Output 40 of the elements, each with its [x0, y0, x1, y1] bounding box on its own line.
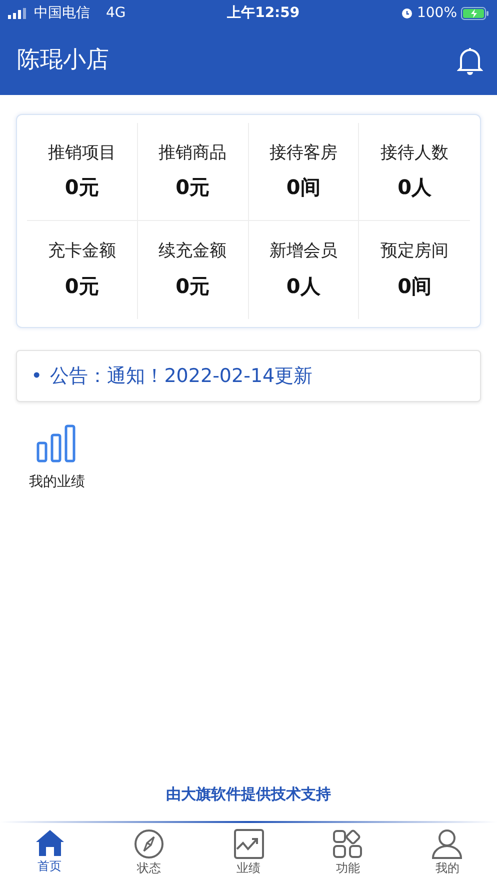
stat-value: 0间	[286, 174, 320, 202]
carrier-name: 中国电信	[34, 4, 90, 22]
status-time: 上午12:59	[227, 4, 300, 22]
apps-icon	[332, 829, 363, 859]
stat-label: 接待人数	[380, 142, 449, 165]
stat-label: 预定房间	[380, 240, 449, 264]
shortcut-label: 我的业绩	[29, 473, 85, 492]
tab-button[interactable]: 状态	[99, 823, 199, 883]
network-type: 4G	[106, 4, 126, 22]
tab-button[interactable]: 功能	[298, 823, 398, 883]
user-icon	[432, 829, 462, 859]
bullet: •	[31, 364, 42, 389]
stat-label: 推销商品	[158, 142, 227, 165]
signal-icon	[8, 8, 26, 18]
tab-button[interactable]: 首页	[0, 823, 100, 883]
stat-label: 推销项目	[48, 142, 116, 165]
bell-icon[interactable]	[457, 46, 483, 76]
stat-value: 0间	[398, 272, 432, 300]
stat-value: 0元	[176, 272, 210, 300]
notice-text: 公告：通知！2022-02-14更新	[50, 364, 313, 389]
stat-label: 接待客房	[269, 142, 338, 165]
stat-value: 0元	[64, 174, 99, 202]
bar-chart-icon[interactable]	[36, 424, 78, 464]
compass-icon	[134, 829, 164, 859]
battery-icon	[461, 6, 489, 20]
tab-button[interactable]: 业绩	[198, 823, 298, 883]
stat-value: 0人	[286, 272, 320, 300]
stat-value: 0元	[176, 174, 210, 202]
support-text: 由大旗软件提供技术支持	[165, 784, 332, 804]
stat-value: 0元	[64, 272, 99, 300]
stat-label: 续充金额	[158, 240, 227, 264]
line-chart-icon	[234, 829, 264, 859]
tab-button[interactable]: 我的	[398, 823, 497, 883]
home-icon	[34, 829, 65, 857]
page-title: 陈琨小店	[17, 46, 109, 76]
stat-label: 充卡金额	[48, 240, 116, 264]
battery-percent: 100%	[416, 4, 457, 22]
stat-value: 0人	[398, 174, 432, 202]
stat-label: 新增会员	[269, 240, 338, 264]
alarm-icon	[400, 7, 413, 19]
